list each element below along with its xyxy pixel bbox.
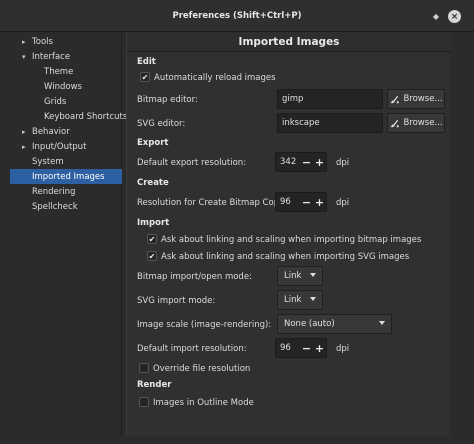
check-icon: ✔ bbox=[141, 72, 149, 82]
increment-icon[interactable]: + bbox=[313, 342, 326, 355]
export-resolution-label: Default export resolution: bbox=[137, 158, 247, 168]
svg-editor-field[interactable]: inkscape bbox=[277, 113, 383, 133]
check-icon: ✔ bbox=[148, 234, 156, 244]
collapse-arrow-icon[interactable]: ▾ bbox=[22, 53, 32, 61]
settings-panel: Imported Images Edit ✔ Automatically rel… bbox=[126, 32, 451, 436]
sidebar-item-label: Spellcheck bbox=[32, 201, 78, 212]
section-edit-heading: Edit bbox=[137, 57, 156, 67]
panel-header: Imported Images bbox=[127, 32, 451, 52]
sidebar-item-tools[interactable]: ▸ Tools bbox=[10, 34, 122, 49]
sidebar-item-label: Theme bbox=[44, 66, 74, 77]
browse-svg-button[interactable]: Browse... bbox=[387, 113, 445, 133]
override-resolution-checkbox[interactable] bbox=[139, 363, 149, 373]
sidebar-item-input-output[interactable]: ▸ Input/Output bbox=[10, 139, 122, 154]
sidebar-item-grids[interactable]: Grids bbox=[10, 94, 122, 109]
image-scale-label: Image scale (image-rendering): bbox=[137, 320, 272, 330]
bitmap-editor-field[interactable]: gimp bbox=[277, 89, 383, 109]
import-resolution-label: Default import resolution: bbox=[137, 344, 247, 354]
expand-arrow-icon[interactable]: ▸ bbox=[22, 143, 32, 151]
preferences-sidebar: ▸ Tools ▾ Interface Theme Windows Grids … bbox=[10, 32, 127, 436]
decrement-icon[interactable]: − bbox=[300, 342, 313, 355]
sidebar-item-label: System bbox=[32, 156, 64, 167]
title-bar: Preferences (Shift+Ctrl+P) ◆ × bbox=[0, 0, 474, 32]
sidebar-item-label: Tools bbox=[32, 36, 53, 47]
sidebar-item-label: Windows bbox=[44, 81, 82, 92]
ask-svg-checkbox[interactable]: ✔ bbox=[147, 251, 157, 261]
svg-mode-value: Link bbox=[284, 295, 302, 305]
export-resolution-spinner[interactable]: 342 − + bbox=[275, 152, 327, 172]
svg-mode-dropdown[interactable]: Link bbox=[277, 290, 323, 310]
pin-icon[interactable]: ◆ bbox=[430, 10, 442, 22]
image-scale-dropdown[interactable]: None (auto) bbox=[277, 314, 392, 334]
import-resolution-value[interactable]: 96 bbox=[276, 343, 300, 353]
brush-icon bbox=[391, 95, 400, 103]
brush-icon bbox=[391, 119, 400, 127]
bitmap-editor-value: gimp bbox=[282, 94, 304, 104]
export-resolution-value[interactable]: 342 bbox=[276, 157, 300, 167]
section-create-heading: Create bbox=[137, 178, 169, 188]
svg-editor-value: inkscape bbox=[282, 118, 320, 128]
sidebar-item-imported-images[interactable]: Imported Images bbox=[10, 169, 122, 184]
increment-icon[interactable]: + bbox=[313, 156, 326, 169]
sidebar-item-label: Input/Output bbox=[32, 141, 87, 152]
export-unit: dpi bbox=[336, 158, 350, 168]
sidebar-item-theme[interactable]: Theme bbox=[10, 64, 122, 79]
sidebar-item-keyboard-shortcuts[interactable]: Keyboard Shortcuts bbox=[10, 109, 127, 124]
sidebar-item-behavior[interactable]: ▸ Behavior bbox=[10, 124, 122, 139]
browse-bitmap-button[interactable]: Browse... bbox=[387, 89, 445, 109]
decrement-icon[interactable]: − bbox=[300, 156, 313, 169]
chevron-down-icon bbox=[379, 321, 385, 325]
sidebar-item-interface[interactable]: ▾ Interface bbox=[10, 49, 122, 64]
sidebar-item-label: Keyboard Shortcuts bbox=[44, 111, 128, 122]
increment-icon[interactable]: + bbox=[313, 196, 326, 209]
sidebar-item-label: Rendering bbox=[32, 186, 76, 197]
chevron-down-icon bbox=[310, 297, 316, 301]
import-resolution-spinner[interactable]: 96 − + bbox=[275, 338, 327, 358]
close-icon[interactable]: × bbox=[448, 10, 461, 23]
svg-mode-label: SVG import mode: bbox=[137, 296, 216, 306]
import-unit: dpi bbox=[336, 344, 350, 354]
browse-label: Browse... bbox=[403, 94, 443, 104]
window-title: Preferences (Shift+Ctrl+P) bbox=[172, 10, 302, 21]
section-export-heading: Export bbox=[137, 138, 169, 148]
chevron-down-icon bbox=[310, 273, 316, 277]
override-resolution-label: Override file resolution bbox=[153, 364, 251, 374]
auto-reload-checkbox[interactable]: ✔ bbox=[140, 72, 150, 82]
create-resolution-spinner[interactable]: 96 − + bbox=[275, 192, 327, 212]
bitmap-mode-dropdown[interactable]: Link bbox=[277, 266, 323, 286]
sidebar-item-windows[interactable]: Windows bbox=[10, 79, 122, 94]
svg-editor-label: SVG editor: bbox=[137, 119, 186, 129]
create-unit: dpi bbox=[336, 198, 350, 208]
ask-svg-label: Ask about linking and scaling when impor… bbox=[161, 252, 410, 262]
ask-bitmap-checkbox[interactable]: ✔ bbox=[147, 234, 157, 244]
sidebar-item-label: Interface bbox=[32, 51, 71, 62]
sidebar-item-spellcheck[interactable]: Spellcheck bbox=[10, 199, 122, 214]
outline-mode-label: Images in Outline Mode bbox=[153, 398, 254, 408]
ask-bitmap-label: Ask about linking and scaling when impor… bbox=[161, 235, 422, 245]
expand-arrow-icon[interactable]: ▸ bbox=[22, 38, 32, 46]
create-resolution-label: Resolution for Create Bitmap Copy: bbox=[137, 198, 287, 208]
image-scale-value: None (auto) bbox=[284, 319, 335, 329]
section-import-heading: Import bbox=[137, 218, 170, 228]
bitmap-mode-label: Bitmap import/open mode: bbox=[137, 272, 252, 282]
create-resolution-value[interactable]: 96 bbox=[276, 197, 300, 207]
sidebar-item-system[interactable]: System bbox=[10, 154, 122, 169]
auto-reload-label: Automatically reload images bbox=[154, 73, 276, 83]
bitmap-editor-label: Bitmap editor: bbox=[137, 95, 198, 105]
sidebar-item-label: Grids bbox=[44, 96, 67, 107]
browse-label: Browse... bbox=[403, 118, 443, 128]
sidebar-item-label: Imported Images bbox=[32, 171, 105, 182]
section-render-heading: Render bbox=[137, 380, 172, 390]
sidebar-item-label: Behavior bbox=[32, 126, 70, 137]
outline-mode-checkbox[interactable] bbox=[139, 397, 149, 407]
bitmap-mode-value: Link bbox=[284, 271, 302, 281]
page-title: Imported Images bbox=[238, 35, 340, 48]
expand-arrow-icon[interactable]: ▸ bbox=[22, 128, 32, 136]
sidebar-item-rendering[interactable]: Rendering bbox=[10, 184, 122, 199]
decrement-icon[interactable]: − bbox=[300, 196, 313, 209]
check-icon: ✔ bbox=[148, 251, 156, 261]
